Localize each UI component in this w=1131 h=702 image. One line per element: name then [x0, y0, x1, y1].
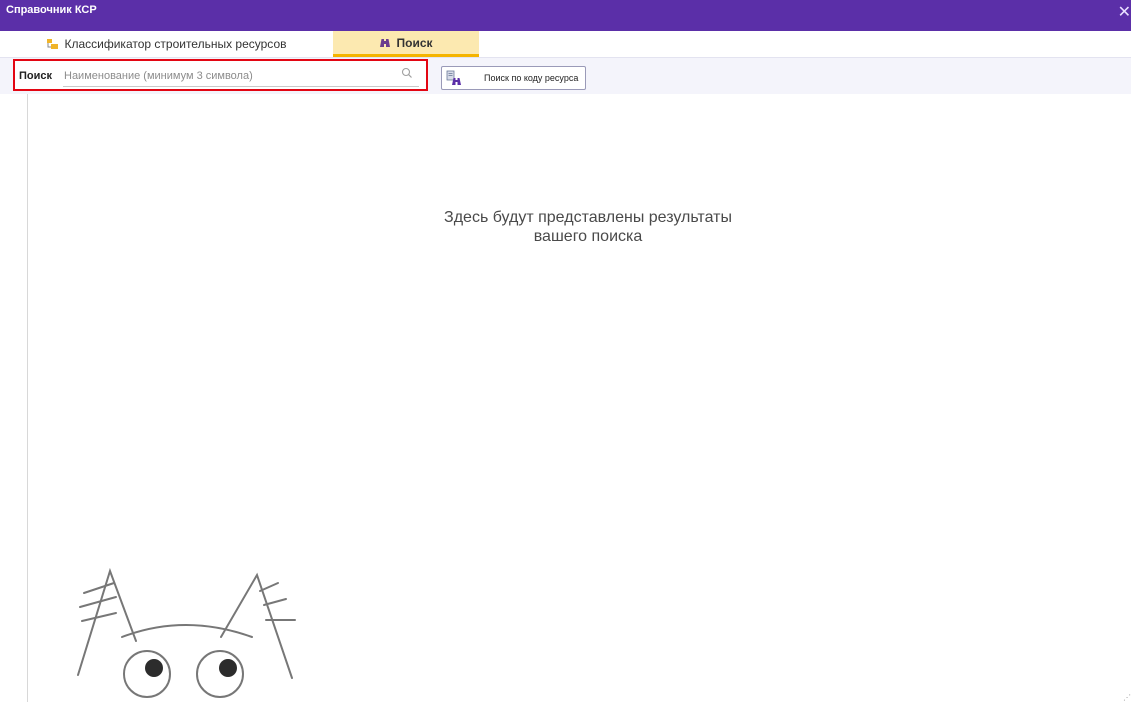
resize-handle-icon[interactable]: ⋰: [1123, 693, 1131, 702]
search-toolbar: Поиск Поиск по коду ресурса: [0, 58, 1131, 94]
search-icon[interactable]: [401, 67, 413, 81]
code-binoculars-icon: [446, 70, 461, 85]
empty-results-line-2: вашего поиска: [533, 228, 643, 245]
empty-results-message: Здесь будут представлены результаты ваше…: [388, 208, 788, 246]
tab-search-label: Поиск: [396, 35, 433, 50]
tab-search[interactable]: Поиск: [333, 31, 479, 57]
cat-illustration: [77, 567, 296, 698]
results-left-border: [27, 94, 28, 702]
tab-bar: Классификатор строительных ресурсов Поис…: [0, 17, 1131, 58]
tab-classifier[interactable]: Классификатор строительных ресурсов: [0, 31, 333, 57]
tab-classifier-label: Классификатор строительных ресурсов: [64, 37, 287, 51]
empty-results-line-1: Здесь будут представлены результаты: [444, 209, 732, 226]
folder-tree-icon: [47, 39, 59, 49]
code-search-button[interactable]: Поиск по коду ресурса: [441, 66, 586, 90]
code-search-label: Поиск по коду ресурса: [484, 73, 579, 83]
search-label: Поиск: [19, 70, 53, 82]
search-input[interactable]: [63, 66, 419, 87]
window-title: Справочник КСР: [6, 4, 97, 16]
search-box: Поиск: [13, 59, 428, 91]
binoculars-icon: [380, 39, 391, 47]
